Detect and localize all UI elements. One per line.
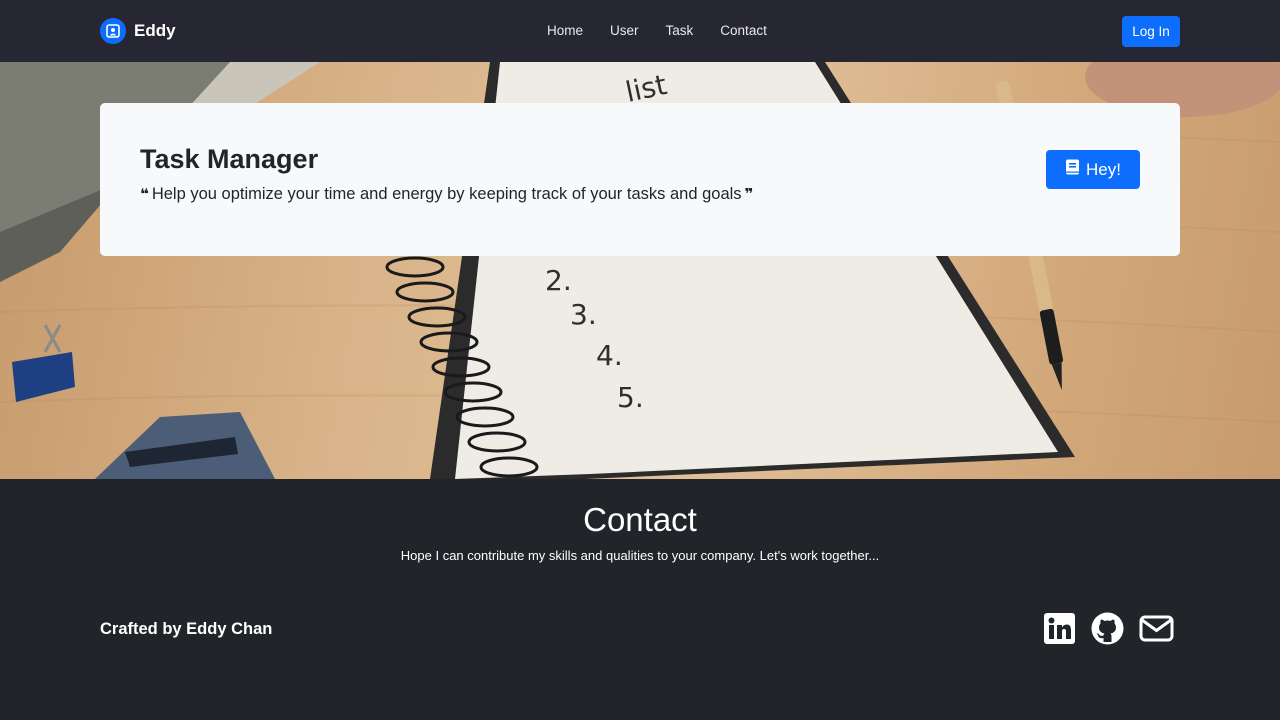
- book-icon: [1065, 159, 1080, 180]
- quote-left-icon: ❝: [140, 186, 149, 203]
- quote-right-icon: ❞: [744, 186, 754, 203]
- navbar: Eddy Home User Task Contact Log In: [0, 0, 1280, 62]
- contact-text: Hope I can contribute my skills and qual…: [400, 548, 880, 563]
- nav-link-home[interactable]: Home: [547, 22, 583, 40]
- nav-link-user[interactable]: User: [610, 22, 639, 40]
- page-title: Task Manager: [140, 144, 319, 174]
- person-badge-icon: [100, 18, 126, 44]
- hero-section: list 2. 3. 4. 5. Task Manager ❝ Help you…: [0, 62, 1280, 479]
- hey-button-label: Hey!: [1086, 159, 1121, 179]
- notepad-item-2: 2.: [545, 264, 572, 297]
- footer: Contact Hope I can contribute my skills …: [0, 479, 1280, 720]
- nav-link-task[interactable]: Task: [666, 22, 694, 40]
- notepad-item-5: 5.: [617, 381, 644, 414]
- github-icon[interactable]: [1091, 612, 1124, 645]
- notepad-item-4: 4.: [596, 339, 623, 372]
- hero-subtitle: ❝ Help you optimize your time and energy…: [140, 185, 753, 204]
- hero-card: Task Manager ❝ Help you optimize your ti…: [100, 103, 1180, 256]
- social-links: [1043, 612, 1174, 645]
- hero-subtitle-text: Help you optimize your time and energy b…: [151, 185, 742, 203]
- contact-title: Contact: [583, 501, 697, 538]
- footer-credit: Crafted by Eddy Chan: [100, 620, 273, 638]
- envelope-icon[interactable]: [1139, 612, 1174, 645]
- brand-name: Eddy: [134, 21, 176, 40]
- hey-button[interactable]: Hey!: [1046, 150, 1140, 189]
- linkedin-icon[interactable]: [1043, 612, 1076, 645]
- login-button[interactable]: Log In: [1122, 16, 1180, 47]
- nav-links: Home User Task Contact: [547, 22, 794, 40]
- nav-link-contact[interactable]: Contact: [720, 22, 767, 40]
- brand-link[interactable]: Eddy: [100, 17, 176, 45]
- notepad-item-3: 3.: [570, 298, 597, 331]
